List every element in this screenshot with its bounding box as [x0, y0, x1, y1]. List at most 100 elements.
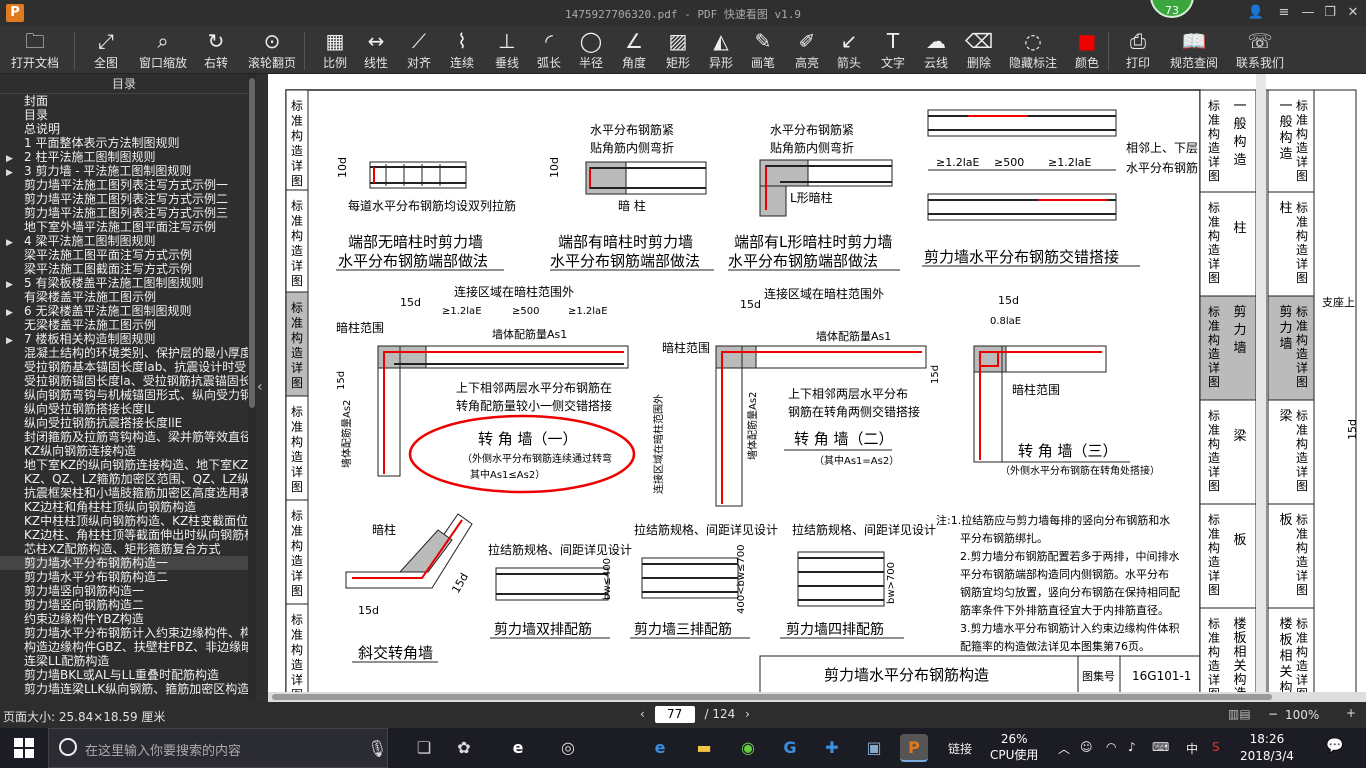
- zoom-in-button[interactable]: +: [1346, 706, 1356, 720]
- toc-item[interactable]: 受拉钢筋锚固长度la、受拉钢筋抗震锚固长: [0, 374, 248, 388]
- tool-perpendicular-button[interactable]: ⊥ 垂线: [490, 28, 524, 72]
- volume-icon[interactable]: ♪: [1128, 740, 1136, 754]
- tool-angle-button[interactable]: ∠ 角度: [616, 28, 652, 72]
- tool-pen-button[interactable]: ✎ 画笔: [746, 28, 780, 72]
- toc-item[interactable]: 连梁LL配筋构造: [0, 654, 248, 668]
- toc-item[interactable]: ▶ 3 剪力墙 - 平法施工图制图规则: [0, 164, 248, 178]
- tool-radius-button[interactable]: ◯ 半径: [574, 28, 608, 72]
- app-icon-3[interactable]: ◉: [734, 734, 762, 762]
- tool-zoom-button[interactable]: ⌕ 窗口缩放: [136, 28, 190, 72]
- tool-continuous-button[interactable]: ⌇ 连续: [444, 28, 480, 72]
- prev-page-icon[interactable]: ‹: [640, 707, 645, 721]
- toc-item[interactable]: 剪力墙BKL或AL与LL重叠时配筋构造: [0, 668, 248, 682]
- tool-contact-button[interactable]: ☏ 联系我们: [1232, 28, 1288, 72]
- toc-item[interactable]: KZ、QZ、LZ箍筋加密区范围、QZ、LZ纵向钢: [0, 472, 248, 486]
- app-icon-4[interactable]: G: [776, 734, 804, 762]
- link-label[interactable]: 链接: [948, 740, 972, 757]
- toc-item[interactable]: 剪力墙竖向钢筋构造一: [0, 584, 248, 598]
- tool-arc-button[interactable]: ◜ 弧长: [532, 28, 566, 72]
- page-number-input[interactable]: 77: [654, 706, 695, 723]
- toc-item[interactable]: KZ中柱柱顶纵向钢筋构造、KZ柱变截面位置: [0, 514, 248, 528]
- tool-eraser-button[interactable]: ⌫ 删除: [962, 28, 996, 72]
- tool-rectangle-button[interactable]: ▨ 矩形: [660, 28, 696, 72]
- wifi-icon[interactable]: ◠: [1106, 740, 1116, 754]
- tool-print-button[interactable]: ⎙ 打印: [1120, 28, 1156, 72]
- toc-item[interactable]: 纵向钢筋弯钩与机械锚固形式、纵向受力钢: [0, 388, 248, 402]
- microphone-icon[interactable]: 🎙: [367, 739, 387, 758]
- horizontal-scrollbar[interactable]: [268, 692, 1366, 702]
- toc-item[interactable]: 无梁楼盖平法施工图示例: [0, 318, 248, 332]
- toc-item[interactable]: 剪力墙水平分布钢筋计入约束边缘构件、构: [0, 626, 248, 640]
- tool-arrow-button[interactable]: ↙ 箭头: [832, 28, 866, 72]
- toc-item[interactable]: 剪力墙水平分布钢筋构造一: [0, 556, 248, 570]
- close-button[interactable]: ✕: [1343, 3, 1363, 23]
- toc-item[interactable]: KZ纵向钢筋连接构造: [0, 444, 248, 458]
- expand-arrow-icon[interactable]: ▶: [6, 334, 24, 346]
- toc-item[interactable]: 构造边缘构件GBZ、扶壁柱FBZ、非边缘暗柱: [0, 640, 248, 654]
- tool-rotate-button[interactable]: ↻ 右转: [198, 28, 234, 72]
- pdf-viewer-task-icon[interactable]: P: [900, 734, 928, 762]
- toc-item[interactable]: ▶ 4 梁平法施工图制图规则: [0, 234, 248, 248]
- zoom-level[interactable]: 100%: [1285, 708, 1319, 722]
- app-icon-5[interactable]: ✚: [818, 734, 846, 762]
- expand-arrow-icon[interactable]: ▶: [6, 166, 24, 178]
- tool-mouse-button[interactable]: ⊙ 滚轮翻页: [246, 28, 298, 72]
- toc-item[interactable]: 剪力墙竖向钢筋构造二: [0, 598, 248, 612]
- file-explorer-icon[interactable]: ▬: [690, 734, 718, 762]
- expand-arrow-icon[interactable]: ▶: [6, 306, 24, 318]
- task-view-icon[interactable]: ❏: [410, 734, 438, 762]
- tool-polygon-button[interactable]: ◭ 异形: [704, 28, 738, 72]
- user-icon[interactable]: 👤: [1246, 3, 1266, 23]
- keyboard-icon[interactable]: ⌨: [1152, 740, 1169, 754]
- toc-item[interactable]: 地下室KZ的纵向钢筋连接构造、地下室KZ的: [0, 458, 248, 472]
- toc-item[interactable]: KZ边柱、角柱柱顶等截面伸出时纵向钢筋构: [0, 528, 248, 542]
- app-icon-6[interactable]: ▣: [860, 734, 888, 762]
- toc-item[interactable]: 目录: [0, 108, 248, 122]
- toc-item[interactable]: 封闭箍筋及拉筋弯钩构造、梁并筋等效直径: [0, 430, 248, 444]
- zoom-out-button[interactable]: −: [1268, 707, 1278, 721]
- tool-ruler-button[interactable]: ▦ 比例: [316, 28, 354, 72]
- toc-item[interactable]: 梁平法施工图平面注写方式示例: [0, 248, 248, 262]
- show-hidden-icons-icon[interactable]: ︿: [1058, 740, 1070, 757]
- toc-item[interactable]: 1 平面整体表示方法制图规则: [0, 136, 248, 150]
- toc-item[interactable]: 地下室外墙平法施工图平面注写示例: [0, 220, 248, 234]
- toc-item[interactable]: 约束边缘构件YBZ构造: [0, 612, 248, 626]
- document-view[interactable]: 标准构造详图标准构造详图标准构造详图标准构造详图标准构造详图标准构造详图 标准构…: [268, 74, 1366, 702]
- next-page-icon[interactable]: ›: [745, 707, 750, 721]
- toc-item[interactable]: ▶ 6 无梁楼盖平法施工图制图规则: [0, 304, 248, 318]
- toc-item[interactable]: 混凝土结构的环境类别、保护层的最小厚度: [0, 346, 248, 360]
- menu-icon[interactable]: ≡: [1274, 3, 1294, 23]
- notification-center-icon[interactable]: 💬: [1326, 738, 1343, 754]
- toc-item[interactable]: ▶ 5 有梁板楼盖平法施工图制图规则: [0, 276, 248, 290]
- toc-item[interactable]: 剪力墙平法施工图列表注写方式示例二: [0, 192, 248, 206]
- horizontal-scroll-thumb[interactable]: [272, 694, 1272, 700]
- minimize-button[interactable]: —: [1298, 3, 1318, 23]
- toc-item[interactable]: 剪力墙水平分布钢筋构造二: [0, 570, 248, 584]
- toc-item[interactable]: 剪力墙平法施工图列表注写方式示例一: [0, 178, 248, 192]
- toc-item[interactable]: 抗震框架柱和小墙肢箍筋加密区高度选用表: [0, 486, 248, 500]
- edge-browser-icon[interactable]: e: [504, 734, 532, 762]
- toc-item[interactable]: 剪力墙平法施工图列表注写方式示例三: [0, 206, 248, 220]
- tool-book-button[interactable]: 📖 规范查阅: [1166, 28, 1222, 72]
- sidebar-scrollbar[interactable]: [248, 74, 256, 702]
- collapse-sidebar-button[interactable]: ‹: [256, 74, 268, 702]
- maximize-button[interactable]: ❐: [1320, 3, 1340, 23]
- toc-item[interactable]: 有梁楼盖平法施工图示例: [0, 290, 248, 304]
- taskbar-search[interactable]: 在这里输入你要搜索的内容 🎙: [48, 728, 388, 768]
- clock[interactable]: 18:26 2018/3/4: [1240, 731, 1294, 765]
- toc-item[interactable]: 梁平法施工图截面注写方式示例: [0, 262, 248, 276]
- sogou-icon[interactable]: S: [1212, 740, 1220, 754]
- toc-item[interactable]: 芯柱XZ配筋构造、矩形箍筋复合方式: [0, 542, 248, 556]
- app-icon-1[interactable]: ✿: [450, 734, 478, 762]
- toc-item[interactable]: 剪力墙连梁LLK纵向钢筋、箍筋加密区构造: [0, 682, 248, 696]
- tool-folder-button[interactable]: 🗀 打开文档: [4, 28, 66, 72]
- toc-item[interactable]: ▶ 7 楼板相关构造制图规则: [0, 332, 248, 346]
- toc-item[interactable]: ▶ 2 柱平法施工图制图规则: [0, 150, 248, 164]
- expand-arrow-icon[interactable]: ▶: [6, 236, 24, 248]
- tool-highlight-button[interactable]: ✐ 高亮: [790, 28, 824, 72]
- ime-indicator[interactable]: 中: [1186, 740, 1198, 757]
- expand-arrow-icon[interactable]: ▶: [6, 278, 24, 290]
- tool-align-button[interactable]: ⟋ 对齐: [402, 28, 436, 72]
- app-icon-2[interactable]: ◎: [554, 734, 582, 762]
- view-mode-icon[interactable]: ▥▤: [1228, 707, 1251, 721]
